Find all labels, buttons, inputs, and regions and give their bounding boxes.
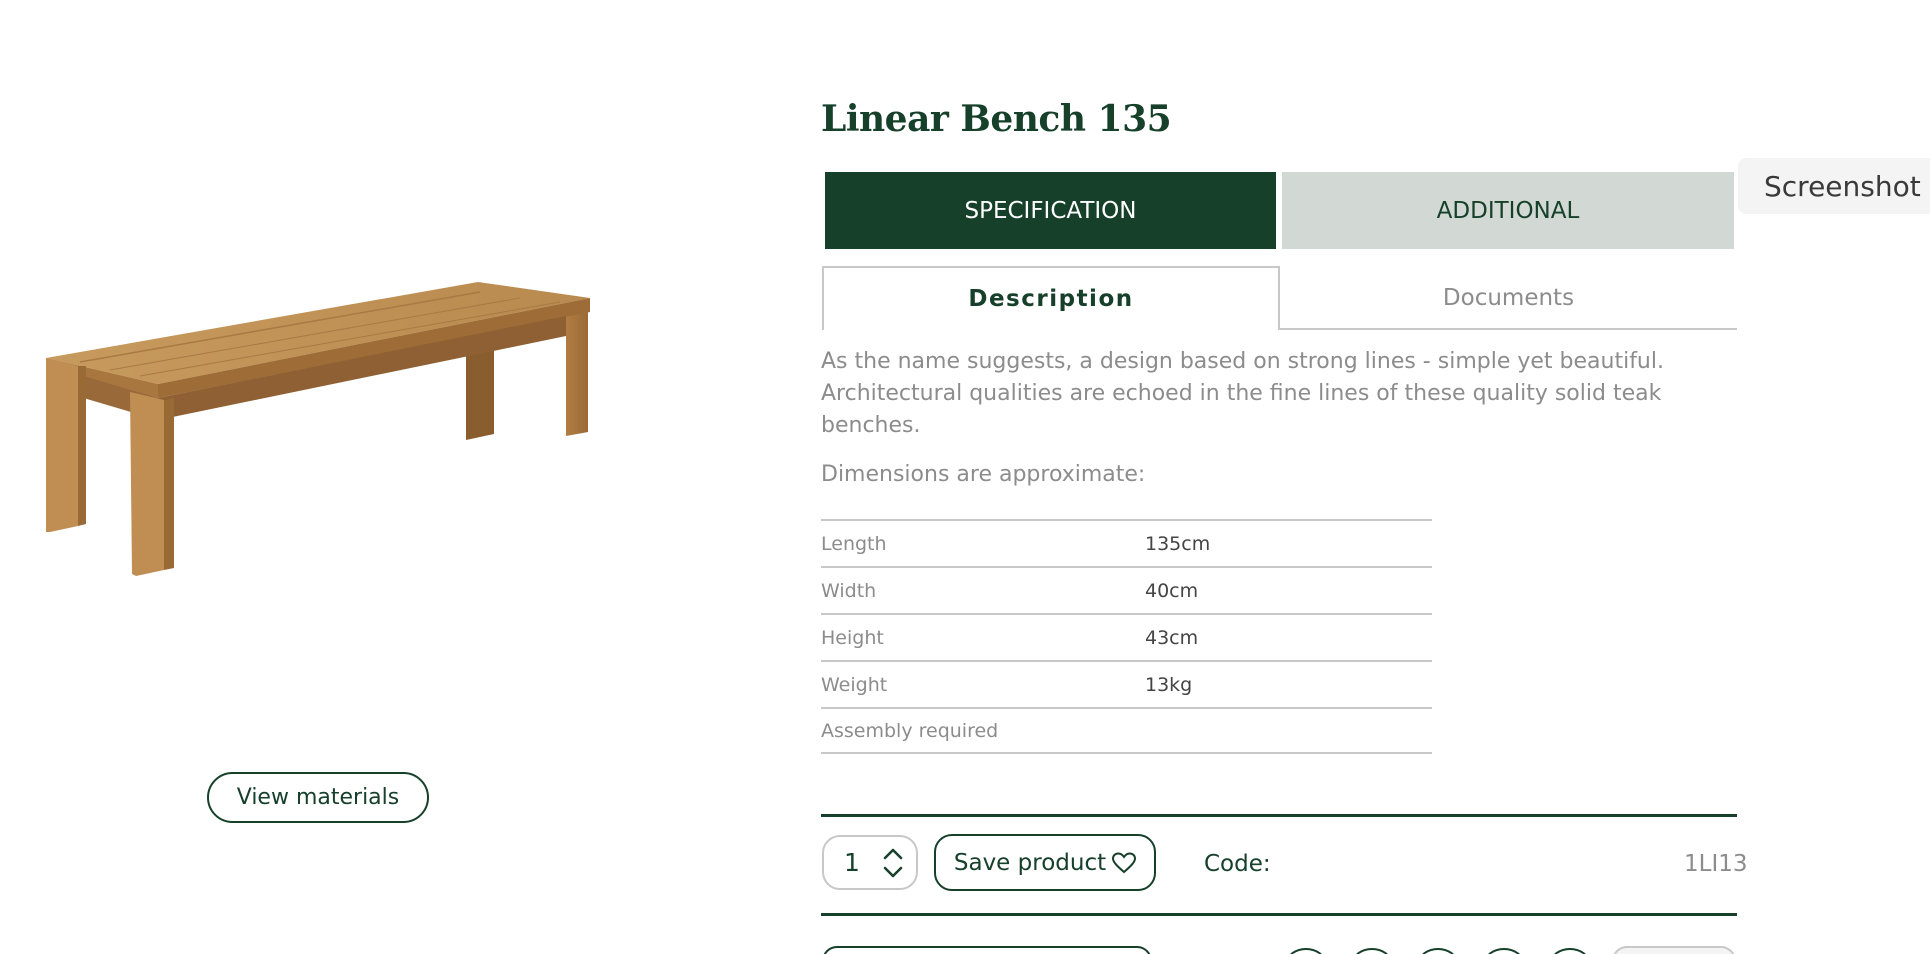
quantity-stepper[interactable]: 1 xyxy=(822,835,918,890)
spec-value: 43cm xyxy=(1145,626,1199,649)
tab-description[interactable]: Description xyxy=(822,266,1280,330)
tab-divider xyxy=(1280,328,1737,330)
spec-value: 135cm xyxy=(1145,532,1211,555)
divider-bottom xyxy=(821,913,1737,916)
spec-label: Weight xyxy=(821,673,888,696)
save-product-label: Save product xyxy=(953,849,1107,876)
spec-value: 40cm xyxy=(1145,579,1199,602)
share-icon[interactable] xyxy=(1484,948,1524,954)
spec-row-length: Length 135cm xyxy=(821,519,1432,566)
code-value: 1LI13 xyxy=(1684,851,1748,877)
spec-label: Assembly required xyxy=(821,719,999,742)
divider-top xyxy=(821,814,1737,817)
tab-specification[interactable]: SPECIFICATION xyxy=(825,172,1276,249)
spec-row-assembly: Assembly required xyxy=(821,707,1432,754)
share-icon[interactable] xyxy=(1418,948,1458,954)
share-icon[interactable] xyxy=(1286,948,1326,954)
dimensions-heading: Dimensions are approximate: xyxy=(821,462,1146,487)
add-to-basket-button[interactable] xyxy=(822,946,1152,954)
tab-additional[interactable]: ADDITIONAL xyxy=(1282,172,1734,249)
spec-table: Length 135cm Width 40cm Height 43cm Weig… xyxy=(821,519,1432,754)
product-title: Linear Bench 135 xyxy=(821,98,1172,140)
partial-chip[interactable] xyxy=(1612,946,1736,954)
spec-label: Width xyxy=(821,579,877,602)
view-materials-button[interactable]: View materials xyxy=(207,772,429,823)
heart-icon xyxy=(1112,851,1137,873)
code-label: Code: xyxy=(1204,851,1271,877)
spec-value: 13kg xyxy=(1145,673,1193,696)
share-icon[interactable] xyxy=(1550,948,1590,954)
save-product-button[interactable]: Save product xyxy=(934,834,1156,891)
spec-row-weight: Weight 13kg xyxy=(821,660,1432,707)
spec-row-width: Width 40cm xyxy=(821,566,1432,613)
spec-row-height: Height 43cm xyxy=(821,613,1432,660)
chevron-up-down-icon[interactable] xyxy=(882,845,904,881)
screenshot-button[interactable]: Screenshot xyxy=(1738,158,1930,214)
spec-label: Length xyxy=(821,532,887,555)
quantity-value: 1 xyxy=(844,848,860,877)
product-image xyxy=(46,282,590,576)
spec-label: Height xyxy=(821,626,884,649)
tab-documents[interactable]: Documents xyxy=(1280,266,1737,330)
product-description: As the name suggests, a design based on … xyxy=(821,349,1664,438)
share-icon[interactable] xyxy=(1352,948,1392,954)
